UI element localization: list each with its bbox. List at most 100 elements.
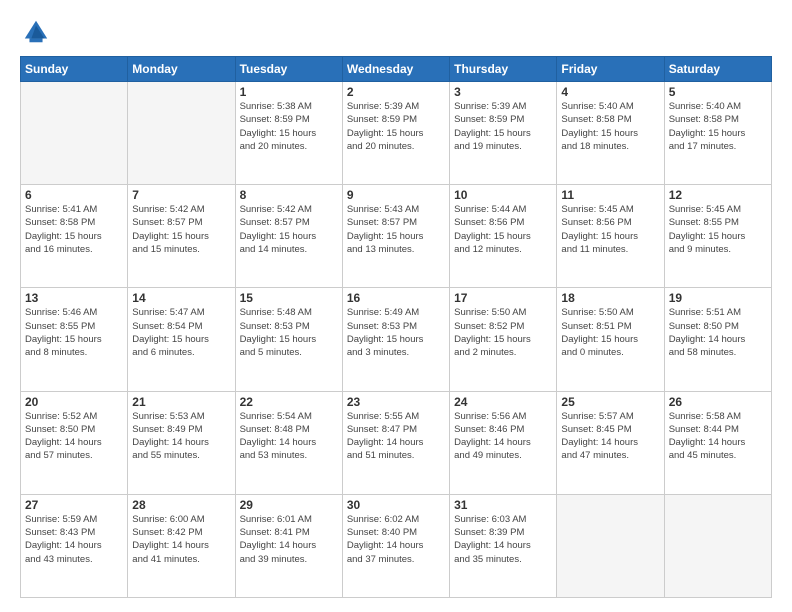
- day-info: Sunrise: 5:57 AM Sunset: 8:45 PM Dayligh…: [561, 410, 659, 463]
- page: SundayMondayTuesdayWednesdayThursdayFrid…: [0, 0, 792, 612]
- calendar-header-saturday: Saturday: [664, 57, 771, 82]
- day-info: Sunrise: 5:39 AM Sunset: 8:59 PM Dayligh…: [347, 100, 445, 153]
- day-number: 20: [25, 395, 123, 409]
- calendar-header-friday: Friday: [557, 57, 664, 82]
- day-number: 29: [240, 498, 338, 512]
- logo-icon: [22, 18, 50, 46]
- calendar-cell: 7Sunrise: 5:42 AM Sunset: 8:57 PM Daylig…: [128, 185, 235, 288]
- day-info: Sunrise: 5:42 AM Sunset: 8:57 PM Dayligh…: [132, 203, 230, 256]
- calendar-header-wednesday: Wednesday: [342, 57, 449, 82]
- calendar-cell: 13Sunrise: 5:46 AM Sunset: 8:55 PM Dayli…: [21, 288, 128, 391]
- calendar-cell: 27Sunrise: 5:59 AM Sunset: 8:43 PM Dayli…: [21, 494, 128, 597]
- calendar-cell: 25Sunrise: 5:57 AM Sunset: 8:45 PM Dayli…: [557, 391, 664, 494]
- day-info: Sunrise: 5:48 AM Sunset: 8:53 PM Dayligh…: [240, 306, 338, 359]
- calendar-week-5: 27Sunrise: 5:59 AM Sunset: 8:43 PM Dayli…: [21, 494, 772, 597]
- day-info: Sunrise: 6:01 AM Sunset: 8:41 PM Dayligh…: [240, 513, 338, 566]
- day-info: Sunrise: 5:56 AM Sunset: 8:46 PM Dayligh…: [454, 410, 552, 463]
- calendar-cell: 24Sunrise: 5:56 AM Sunset: 8:46 PM Dayli…: [450, 391, 557, 494]
- day-info: Sunrise: 5:39 AM Sunset: 8:59 PM Dayligh…: [454, 100, 552, 153]
- day-number: 6: [25, 188, 123, 202]
- calendar-cell: 14Sunrise: 5:47 AM Sunset: 8:54 PM Dayli…: [128, 288, 235, 391]
- day-number: 2: [347, 85, 445, 99]
- day-number: 5: [669, 85, 767, 99]
- calendar-week-4: 20Sunrise: 5:52 AM Sunset: 8:50 PM Dayli…: [21, 391, 772, 494]
- calendar-header-monday: Monday: [128, 57, 235, 82]
- calendar-cell: [664, 494, 771, 597]
- day-number: 26: [669, 395, 767, 409]
- day-info: Sunrise: 5:55 AM Sunset: 8:47 PM Dayligh…: [347, 410, 445, 463]
- day-number: 19: [669, 291, 767, 305]
- calendar-cell: 19Sunrise: 5:51 AM Sunset: 8:50 PM Dayli…: [664, 288, 771, 391]
- calendar-cell: 15Sunrise: 5:48 AM Sunset: 8:53 PM Dayli…: [235, 288, 342, 391]
- day-number: 17: [454, 291, 552, 305]
- day-number: 27: [25, 498, 123, 512]
- day-info: Sunrise: 5:47 AM Sunset: 8:54 PM Dayligh…: [132, 306, 230, 359]
- day-info: Sunrise: 5:49 AM Sunset: 8:53 PM Dayligh…: [347, 306, 445, 359]
- day-number: 18: [561, 291, 659, 305]
- calendar-cell: [21, 82, 128, 185]
- calendar-header-row: SundayMondayTuesdayWednesdayThursdayFrid…: [21, 57, 772, 82]
- day-number: 7: [132, 188, 230, 202]
- logo: [20, 18, 52, 46]
- day-info: Sunrise: 5:45 AM Sunset: 8:56 PM Dayligh…: [561, 203, 659, 256]
- calendar-cell: 9Sunrise: 5:43 AM Sunset: 8:57 PM Daylig…: [342, 185, 449, 288]
- calendar-cell: 23Sunrise: 5:55 AM Sunset: 8:47 PM Dayli…: [342, 391, 449, 494]
- day-info: Sunrise: 5:52 AM Sunset: 8:50 PM Dayligh…: [25, 410, 123, 463]
- day-number: 12: [669, 188, 767, 202]
- day-number: 23: [347, 395, 445, 409]
- calendar-week-1: 1Sunrise: 5:38 AM Sunset: 8:59 PM Daylig…: [21, 82, 772, 185]
- calendar-cell: 11Sunrise: 5:45 AM Sunset: 8:56 PM Dayli…: [557, 185, 664, 288]
- day-info: Sunrise: 6:00 AM Sunset: 8:42 PM Dayligh…: [132, 513, 230, 566]
- day-info: Sunrise: 6:03 AM Sunset: 8:39 PM Dayligh…: [454, 513, 552, 566]
- day-number: 15: [240, 291, 338, 305]
- calendar-table: SundayMondayTuesdayWednesdayThursdayFrid…: [20, 56, 772, 598]
- calendar-cell: 10Sunrise: 5:44 AM Sunset: 8:56 PM Dayli…: [450, 185, 557, 288]
- calendar-cell: 31Sunrise: 6:03 AM Sunset: 8:39 PM Dayli…: [450, 494, 557, 597]
- calendar-cell: 18Sunrise: 5:50 AM Sunset: 8:51 PM Dayli…: [557, 288, 664, 391]
- day-info: Sunrise: 5:58 AM Sunset: 8:44 PM Dayligh…: [669, 410, 767, 463]
- day-number: 30: [347, 498, 445, 512]
- calendar-header-sunday: Sunday: [21, 57, 128, 82]
- day-number: 8: [240, 188, 338, 202]
- calendar-cell: 29Sunrise: 6:01 AM Sunset: 8:41 PM Dayli…: [235, 494, 342, 597]
- calendar-cell: 17Sunrise: 5:50 AM Sunset: 8:52 PM Dayli…: [450, 288, 557, 391]
- day-info: Sunrise: 5:46 AM Sunset: 8:55 PM Dayligh…: [25, 306, 123, 359]
- day-number: 24: [454, 395, 552, 409]
- day-info: Sunrise: 6:02 AM Sunset: 8:40 PM Dayligh…: [347, 513, 445, 566]
- day-info: Sunrise: 5:50 AM Sunset: 8:51 PM Dayligh…: [561, 306, 659, 359]
- day-info: Sunrise: 5:45 AM Sunset: 8:55 PM Dayligh…: [669, 203, 767, 256]
- calendar-cell: 1Sunrise: 5:38 AM Sunset: 8:59 PM Daylig…: [235, 82, 342, 185]
- calendar-cell: 21Sunrise: 5:53 AM Sunset: 8:49 PM Dayli…: [128, 391, 235, 494]
- day-number: 13: [25, 291, 123, 305]
- calendar-header-tuesday: Tuesday: [235, 57, 342, 82]
- day-info: Sunrise: 5:40 AM Sunset: 8:58 PM Dayligh…: [669, 100, 767, 153]
- day-info: Sunrise: 5:41 AM Sunset: 8:58 PM Dayligh…: [25, 203, 123, 256]
- calendar-cell: 3Sunrise: 5:39 AM Sunset: 8:59 PM Daylig…: [450, 82, 557, 185]
- calendar-cell: 28Sunrise: 6:00 AM Sunset: 8:42 PM Dayli…: [128, 494, 235, 597]
- day-info: Sunrise: 5:40 AM Sunset: 8:58 PM Dayligh…: [561, 100, 659, 153]
- day-info: Sunrise: 5:51 AM Sunset: 8:50 PM Dayligh…: [669, 306, 767, 359]
- day-number: 10: [454, 188, 552, 202]
- day-info: Sunrise: 5:54 AM Sunset: 8:48 PM Dayligh…: [240, 410, 338, 463]
- day-number: 3: [454, 85, 552, 99]
- day-number: 9: [347, 188, 445, 202]
- calendar-cell: 12Sunrise: 5:45 AM Sunset: 8:55 PM Dayli…: [664, 185, 771, 288]
- calendar-cell: 22Sunrise: 5:54 AM Sunset: 8:48 PM Dayli…: [235, 391, 342, 494]
- calendar-week-2: 6Sunrise: 5:41 AM Sunset: 8:58 PM Daylig…: [21, 185, 772, 288]
- day-info: Sunrise: 5:38 AM Sunset: 8:59 PM Dayligh…: [240, 100, 338, 153]
- day-number: 22: [240, 395, 338, 409]
- header: [20, 18, 772, 46]
- day-number: 11: [561, 188, 659, 202]
- day-info: Sunrise: 5:43 AM Sunset: 8:57 PM Dayligh…: [347, 203, 445, 256]
- day-number: 16: [347, 291, 445, 305]
- day-info: Sunrise: 5:59 AM Sunset: 8:43 PM Dayligh…: [25, 513, 123, 566]
- day-number: 14: [132, 291, 230, 305]
- day-info: Sunrise: 5:53 AM Sunset: 8:49 PM Dayligh…: [132, 410, 230, 463]
- day-info: Sunrise: 5:42 AM Sunset: 8:57 PM Dayligh…: [240, 203, 338, 256]
- day-number: 4: [561, 85, 659, 99]
- calendar-cell: 8Sunrise: 5:42 AM Sunset: 8:57 PM Daylig…: [235, 185, 342, 288]
- calendar-cell: 30Sunrise: 6:02 AM Sunset: 8:40 PM Dayli…: [342, 494, 449, 597]
- day-number: 31: [454, 498, 552, 512]
- day-info: Sunrise: 5:44 AM Sunset: 8:56 PM Dayligh…: [454, 203, 552, 256]
- calendar-cell: 5Sunrise: 5:40 AM Sunset: 8:58 PM Daylig…: [664, 82, 771, 185]
